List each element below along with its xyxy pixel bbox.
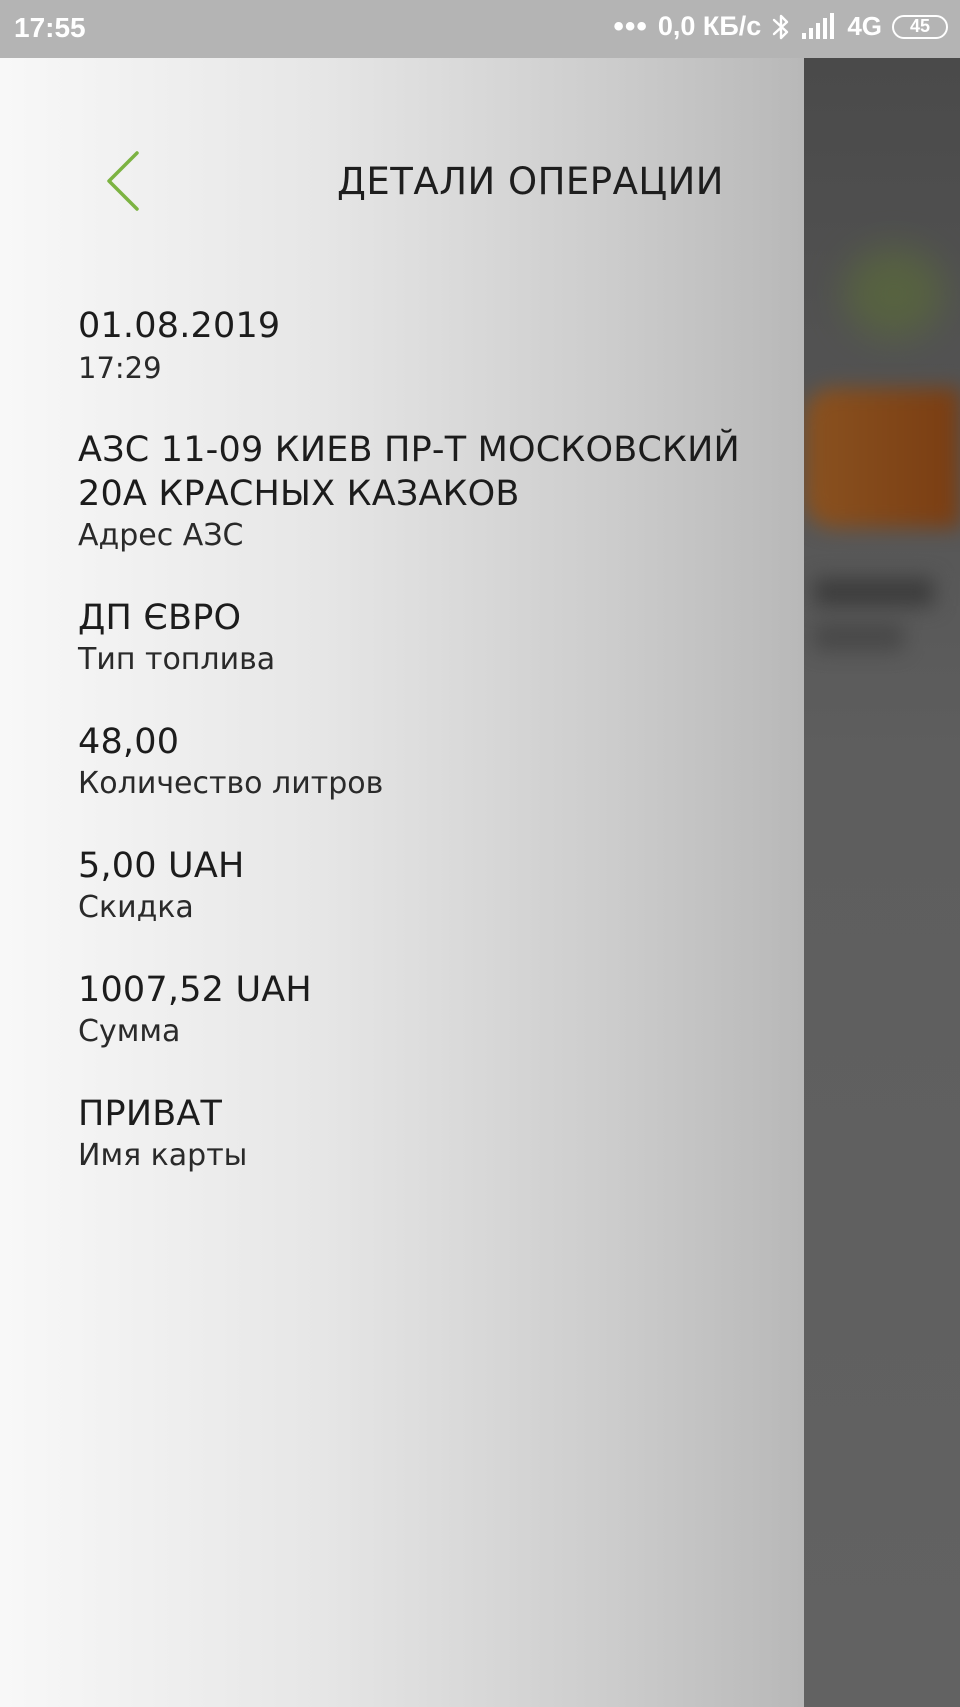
detail-station-address: АЗС 11-09 КИЕВ ПР-Т МОСКОВСКИЙ 20А КРАСН… [78, 428, 758, 556]
network-speed: 0,0 КБ/с [657, 11, 762, 41]
detail-card-name: ПРИВАТ Имя карты [78, 1092, 758, 1176]
bluetooth-icon [771, 12, 791, 42]
background-blurred-text [814, 623, 904, 651]
station-address-value: АЗС 11-09 КИЕВ ПР-Т МОСКОВСКИЙ 20А КРАСН… [78, 430, 740, 514]
card-name-label: Имя карты [78, 1138, 248, 1173]
detail-discount: 5,00 UAH Скидка [78, 844, 758, 928]
page-title: ДЕТАЛИ ОПЕРАЦИИ [337, 160, 724, 203]
detail-datetime: 01.08.2019 17:29 [78, 304, 758, 388]
battery-icon: 45 [892, 14, 948, 39]
background-blurred-logo [844, 248, 944, 338]
fuel-type-value: ДП ЄВРО [78, 598, 242, 638]
background-screen-overlay[interactable] [804, 58, 960, 1707]
chevron-left-icon [107, 151, 139, 211]
background-blurred-text [814, 578, 934, 606]
discount-label: Скидка [78, 890, 194, 925]
amount-label: Сумма [78, 1014, 181, 1049]
station-address-label: Адрес АЗС [78, 518, 244, 553]
liters-value: 48,00 [78, 722, 180, 762]
signal-strength-icon [801, 12, 837, 41]
background-blurred-card [804, 388, 960, 528]
operation-details-list: 01.08.2019 17:29 АЗС 11-09 КИЕВ ПР-Т МОС… [78, 304, 758, 1216]
notification-dots-icon: ••• [613, 9, 648, 43]
network-type: 4G [847, 11, 882, 41]
detail-liters: 48,00 Количество литров [78, 720, 758, 804]
operation-time: 17:29 [78, 351, 162, 385]
status-time: 17:55 [14, 12, 86, 43]
battery-level: 45 [909, 16, 931, 36]
fuel-type-label: Тип топлива [78, 642, 276, 677]
status-bar: 17:55 ••• 0,0 КБ/с 4G 45 [0, 0, 960, 58]
operation-date: 01.08.2019 [78, 306, 281, 346]
operation-details-panel: ДЕТАЛИ ОПЕРАЦИИ 01.08.2019 17:29 АЗС 11-… [0, 58, 804, 1707]
back-button[interactable] [98, 146, 148, 216]
detail-fuel-type: ДП ЄВРО Тип топлива [78, 596, 758, 680]
detail-amount: 1007,52 UAH Сумма [78, 968, 758, 1052]
amount-value: 1007,52 UAH [78, 970, 312, 1010]
discount-value: 5,00 UAH [78, 846, 245, 886]
liters-label: Количество литров [78, 766, 384, 801]
status-indicators: ••• 0,0 КБ/с 4G 45 [613, 11, 948, 42]
card-name-value: ПРИВАТ [78, 1094, 223, 1134]
